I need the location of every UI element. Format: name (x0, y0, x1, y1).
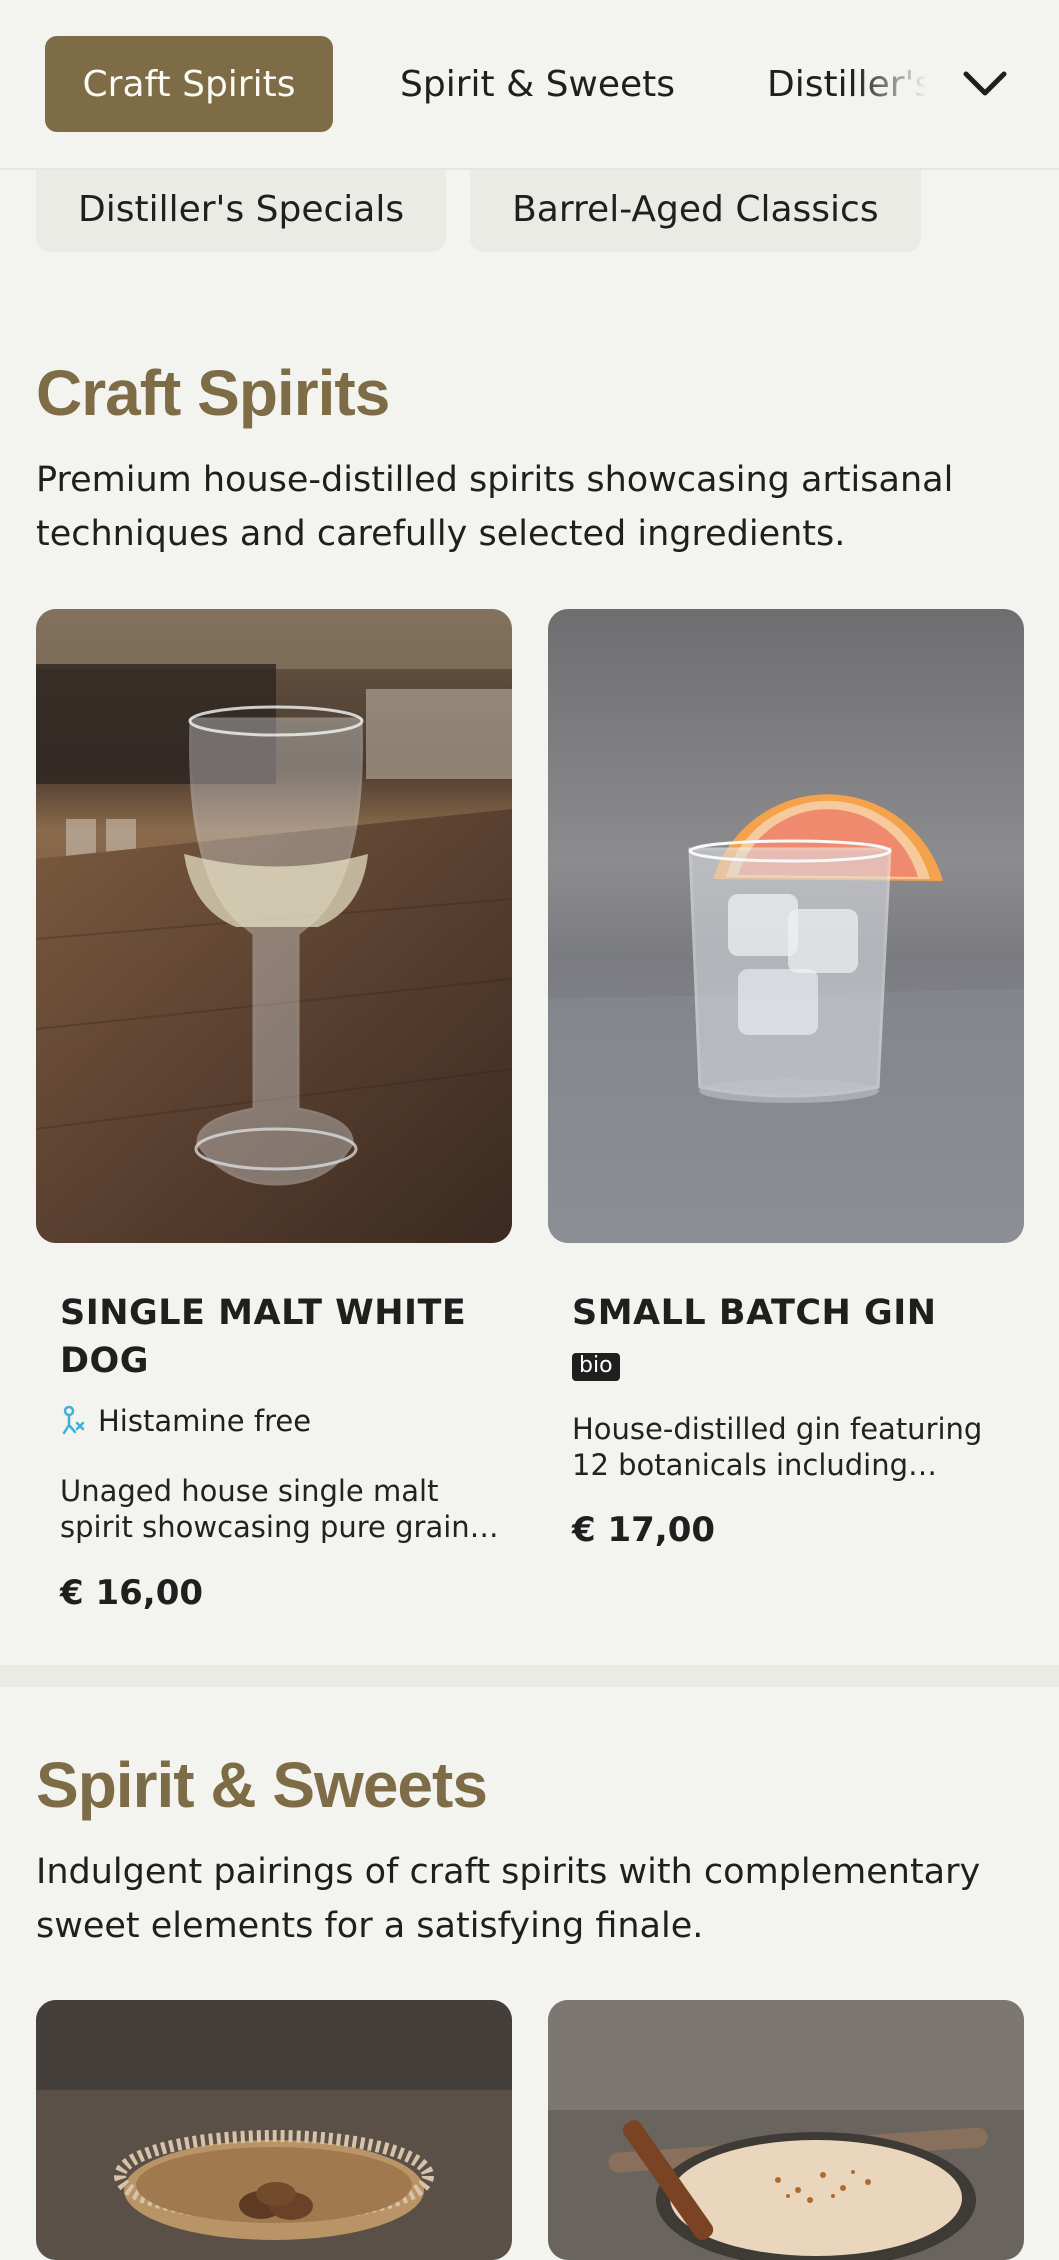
section-description: Premium house-distilled spirits showcasi… (36, 460, 954, 554)
product-photo-dessert-cocktail (36, 2000, 512, 2260)
category-nav: Craft Spirits Spirit & Sweets Distiller'… (0, 0, 1059, 170)
item-price: € 17,00 (572, 1510, 716, 1550)
product-photo-wine-glass (36, 609, 512, 1243)
section-title: Craft Spirits (36, 357, 390, 429)
subtab-distillers-specials[interactable]: Distiller's Specials (36, 166, 447, 252)
section-title: Spirit & Sweets (36, 1749, 488, 1821)
item-description: Unaged house single malt spirit showcasi… (60, 1474, 499, 1544)
subtab-barrel-aged-classics[interactable]: Barrel-Aged Classics (470, 166, 921, 252)
tab-distillers[interactable]: Distiller's (767, 36, 927, 132)
product-photo-cinnamon-drink (548, 2000, 1024, 2260)
item-tag-label: Histamine free (98, 1404, 312, 1438)
item-description: House-distilled gin featuring 12 botanic… (572, 1412, 983, 1482)
item-name: SINGLE MALT WHITE DOG (60, 1293, 467, 1381)
tab-spirit-sweets[interactable]: Spirit & Sweets (400, 36, 675, 132)
section-divider (0, 1665, 1059, 1687)
tab-craft-spirits[interactable]: Craft Spirits (45, 36, 333, 132)
menu-item-card[interactable]: SINGLE MALT WHITE DOG Histamine free Una… (36, 609, 512, 1613)
section-description: Indulgent pairings of craft spirits with… (36, 1852, 981, 1946)
product-photo-gin-glass (548, 609, 1024, 1243)
chevron-down-icon[interactable] (960, 60, 1010, 110)
subcategory-row: Distiller's Specials Barrel-Aged Classic… (36, 166, 921, 252)
item-tag: Histamine free (60, 1404, 311, 1438)
histamine-icon (62, 1405, 85, 1435)
menu-item-card[interactable] (548, 2000, 1024, 2260)
item-name: SMALL BATCH GIN (572, 1293, 937, 1333)
menu-item-card[interactable] (36, 2000, 512, 2260)
bio-badge: bio (572, 1353, 620, 1381)
item-price: € 16,00 (60, 1573, 204, 1613)
menu-item-card[interactable]: SMALL BATCH GIN bio House-distilled gin … (548, 609, 1024, 1569)
